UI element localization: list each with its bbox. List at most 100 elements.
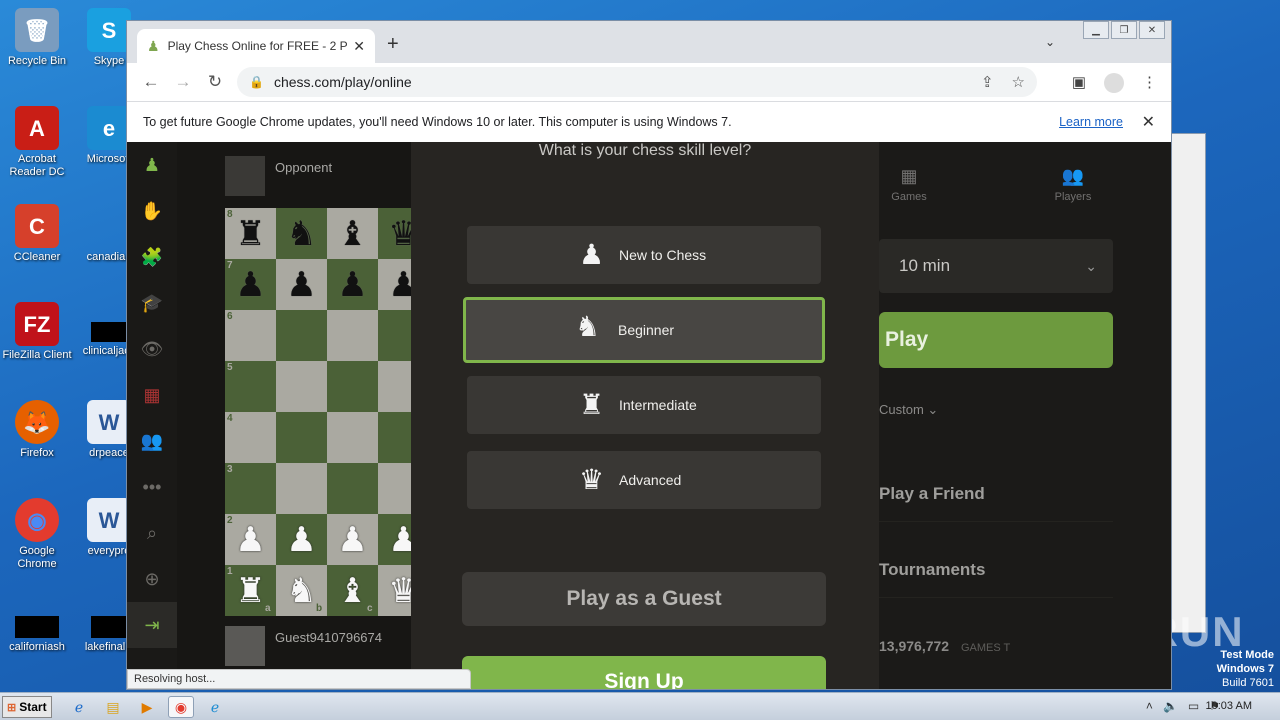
side-panel-icon[interactable]: ▣ (1072, 73, 1086, 93)
tray-chevron-icon[interactable]: ˄ (1146, 699, 1153, 713)
board-square[interactable] (276, 412, 327, 463)
rank-label: 2 (227, 515, 233, 526)
network-icon[interactable]: ▭ (1188, 699, 1199, 713)
rank-label: 8 (227, 209, 233, 220)
search-icon[interactable]: ⌕ (127, 510, 177, 556)
kebab-menu-icon[interactable]: ⋮ (1142, 73, 1157, 93)
learn-more-link[interactable]: Learn more (1059, 115, 1123, 129)
forward-arrow-icon[interactable]: → (167, 72, 199, 92)
play-as-guest-button[interactable]: Play as a Guest (462, 572, 826, 626)
play-icon[interactable]: ✋ (127, 188, 177, 234)
login-icon[interactable]: ⇥ (127, 602, 177, 648)
skill-heading: What is your chess skill level? (538, 142, 752, 159)
firefox-icon[interactable]: 🦊 Firefox (0, 400, 74, 460)
chess-piece-icon[interactable]: ♟ (378, 259, 411, 310)
play-a-friend-button[interactable]: Play a Friend (879, 466, 1113, 522)
skill-new-to-chess-button[interactable]: ♟ New to Chess (467, 226, 821, 284)
board-square[interactable] (378, 463, 411, 514)
chess-piece-icon[interactable]: ♛ (378, 565, 411, 616)
new-tab-plus-icon[interactable]: + (387, 33, 399, 56)
board-square[interactable] (327, 361, 378, 412)
back-arrow-icon[interactable]: ← (135, 72, 167, 92)
chess-pawn-favicon-icon: ♟ (147, 37, 160, 54)
chess-piece-icon[interactable]: ♟ (276, 259, 327, 310)
skype-label: Skype (93, 55, 125, 67)
chess-piece-icon[interactable]: ♟ (327, 514, 378, 565)
ie-taskbar-icon[interactable]: ℯ (66, 696, 92, 718)
lock-icon[interactable]: 🔒 (249, 75, 264, 89)
board-square[interactable] (378, 412, 411, 463)
tab-close-icon[interactable]: ✕ (353, 38, 365, 55)
californiash-file-icon[interactable]: californiash (0, 596, 74, 654)
toolbar-right: ▣ ⋮ (1072, 73, 1157, 93)
profile-avatar-icon[interactable] (1104, 73, 1124, 93)
share-icon[interactable]: ⇪ (981, 73, 994, 91)
time-control-select[interactable]: 10 min ⌄ (879, 239, 1113, 293)
tournaments-button[interactable]: Tournaments (879, 542, 1113, 598)
social-icon[interactable]: 👥 (127, 418, 177, 464)
acrobat-label: Acrobat Reader DC (9, 153, 65, 178)
board-square[interactable] (276, 463, 327, 514)
address-bar[interactable]: 🔒 chess.com/play/online ⇪ ☆ (237, 67, 1037, 97)
media-player-taskbar-icon[interactable]: ▶ (134, 696, 160, 718)
chess-board[interactable]: ♜♞♝♛8♟♟♟♟76543♟♟♟♟2♜♞♝♛1abcd (225, 208, 411, 616)
bookmark-star-icon[interactable]: ☆ (1012, 73, 1025, 91)
chevron-down-icon: ⌄ (1085, 257, 1097, 274)
acrobat-icon[interactable]: A Acrobat Reader DC (0, 106, 74, 179)
chess-piece-icon[interactable]: ♟ (276, 514, 327, 565)
restore-icon[interactable]: ❐ (1111, 21, 1137, 39)
rank-label: 6 (227, 311, 233, 322)
skill-advanced-button[interactable]: ♛ Advanced (467, 451, 821, 509)
test-mode-line1: Test Mode (1220, 649, 1274, 661)
games-count: 13,976,772 (879, 638, 950, 654)
reload-icon[interactable]: ↻ (199, 72, 231, 92)
recycle-bin-icon[interactable]: 🗑 Recycle Bin (0, 8, 74, 68)
edge-taskbar-icon[interactable]: ℯ (202, 696, 228, 718)
skill-intermediate-button[interactable]: ♜ Intermediate (467, 376, 821, 434)
minimize-icon[interactable]: ▁ (1083, 21, 1109, 39)
board-square[interactable] (327, 310, 378, 361)
ccleaner-icon[interactable]: C CCleaner (0, 204, 74, 264)
chess-piece-icon[interactable]: ♞ (276, 208, 327, 259)
skill-beginner-button[interactable]: ♞ Beginner (463, 297, 825, 363)
volume-icon[interactable]: 🔈 (1163, 699, 1178, 713)
watch-icon[interactable]: 👁 (127, 326, 177, 372)
firefox-label: Firefox (20, 447, 54, 459)
news-icon[interactable]: ▦ (127, 372, 177, 418)
chess-piece-icon[interactable]: ♛ (378, 208, 411, 259)
start-button[interactable]: ⊞ Start (2, 696, 52, 718)
chrome-taskbar-icon[interactable]: ◉ (168, 696, 194, 718)
board-square[interactable] (378, 361, 411, 412)
infobar-close-icon[interactable]: ✕ (1142, 112, 1155, 132)
board-square[interactable] (327, 463, 378, 514)
edge-glyph: e (87, 106, 131, 150)
sign-up-button[interactable]: Sign Up (462, 656, 826, 689)
play-button[interactable]: Play (879, 312, 1113, 368)
board-square[interactable] (378, 310, 411, 361)
add-friend-icon[interactable]: ⊕ (127, 556, 177, 602)
chess-piece-icon[interactable]: ♟ (327, 259, 378, 310)
url-text[interactable]: chess.com/play/online (274, 74, 412, 90)
explorer-taskbar-icon[interactable]: ▤ (100, 696, 126, 718)
chess-piece-icon[interactable]: ♟ (378, 514, 411, 565)
tab-games[interactable]: ▦ Games (859, 166, 959, 203)
board-area: Opponent ♜♞♝♛8♟♟♟♟76543♟♟♟♟2♜♞♝♛1abcd Gu… (177, 142, 411, 689)
more-icon[interactable]: ••• (127, 464, 177, 510)
opponent-avatar (225, 156, 265, 196)
window-close-icon[interactable]: ✕ (1139, 21, 1165, 39)
ccleaner-label: CCleaner (13, 251, 61, 263)
board-square[interactable] (327, 412, 378, 463)
chess-logo-pawn-icon[interactable]: ♟ (127, 142, 177, 188)
tab-players[interactable]: 👥 Players (1023, 166, 1123, 203)
tab-chess[interactable]: ♟ Play Chess Online for FREE - 2 Playe ✕ (137, 29, 375, 63)
learn-icon[interactable]: 🎓 (127, 280, 177, 326)
filezilla-icon[interactable]: FZ FileZilla Client (0, 302, 74, 362)
clock[interactable]: 10:03 AM (1206, 700, 1252, 712)
board-square[interactable] (276, 361, 327, 412)
puzzles-icon[interactable]: 🧩 (127, 234, 177, 280)
chess-piece-icon[interactable]: ♝ (327, 208, 378, 259)
google-chrome-icon[interactable]: ◉ Google Chrome (0, 498, 74, 571)
tab-search-chevron-icon[interactable]: ⌄ (1045, 35, 1055, 49)
custom-link[interactable]: Custom ⌄ (879, 402, 938, 418)
board-square[interactable] (276, 310, 327, 361)
